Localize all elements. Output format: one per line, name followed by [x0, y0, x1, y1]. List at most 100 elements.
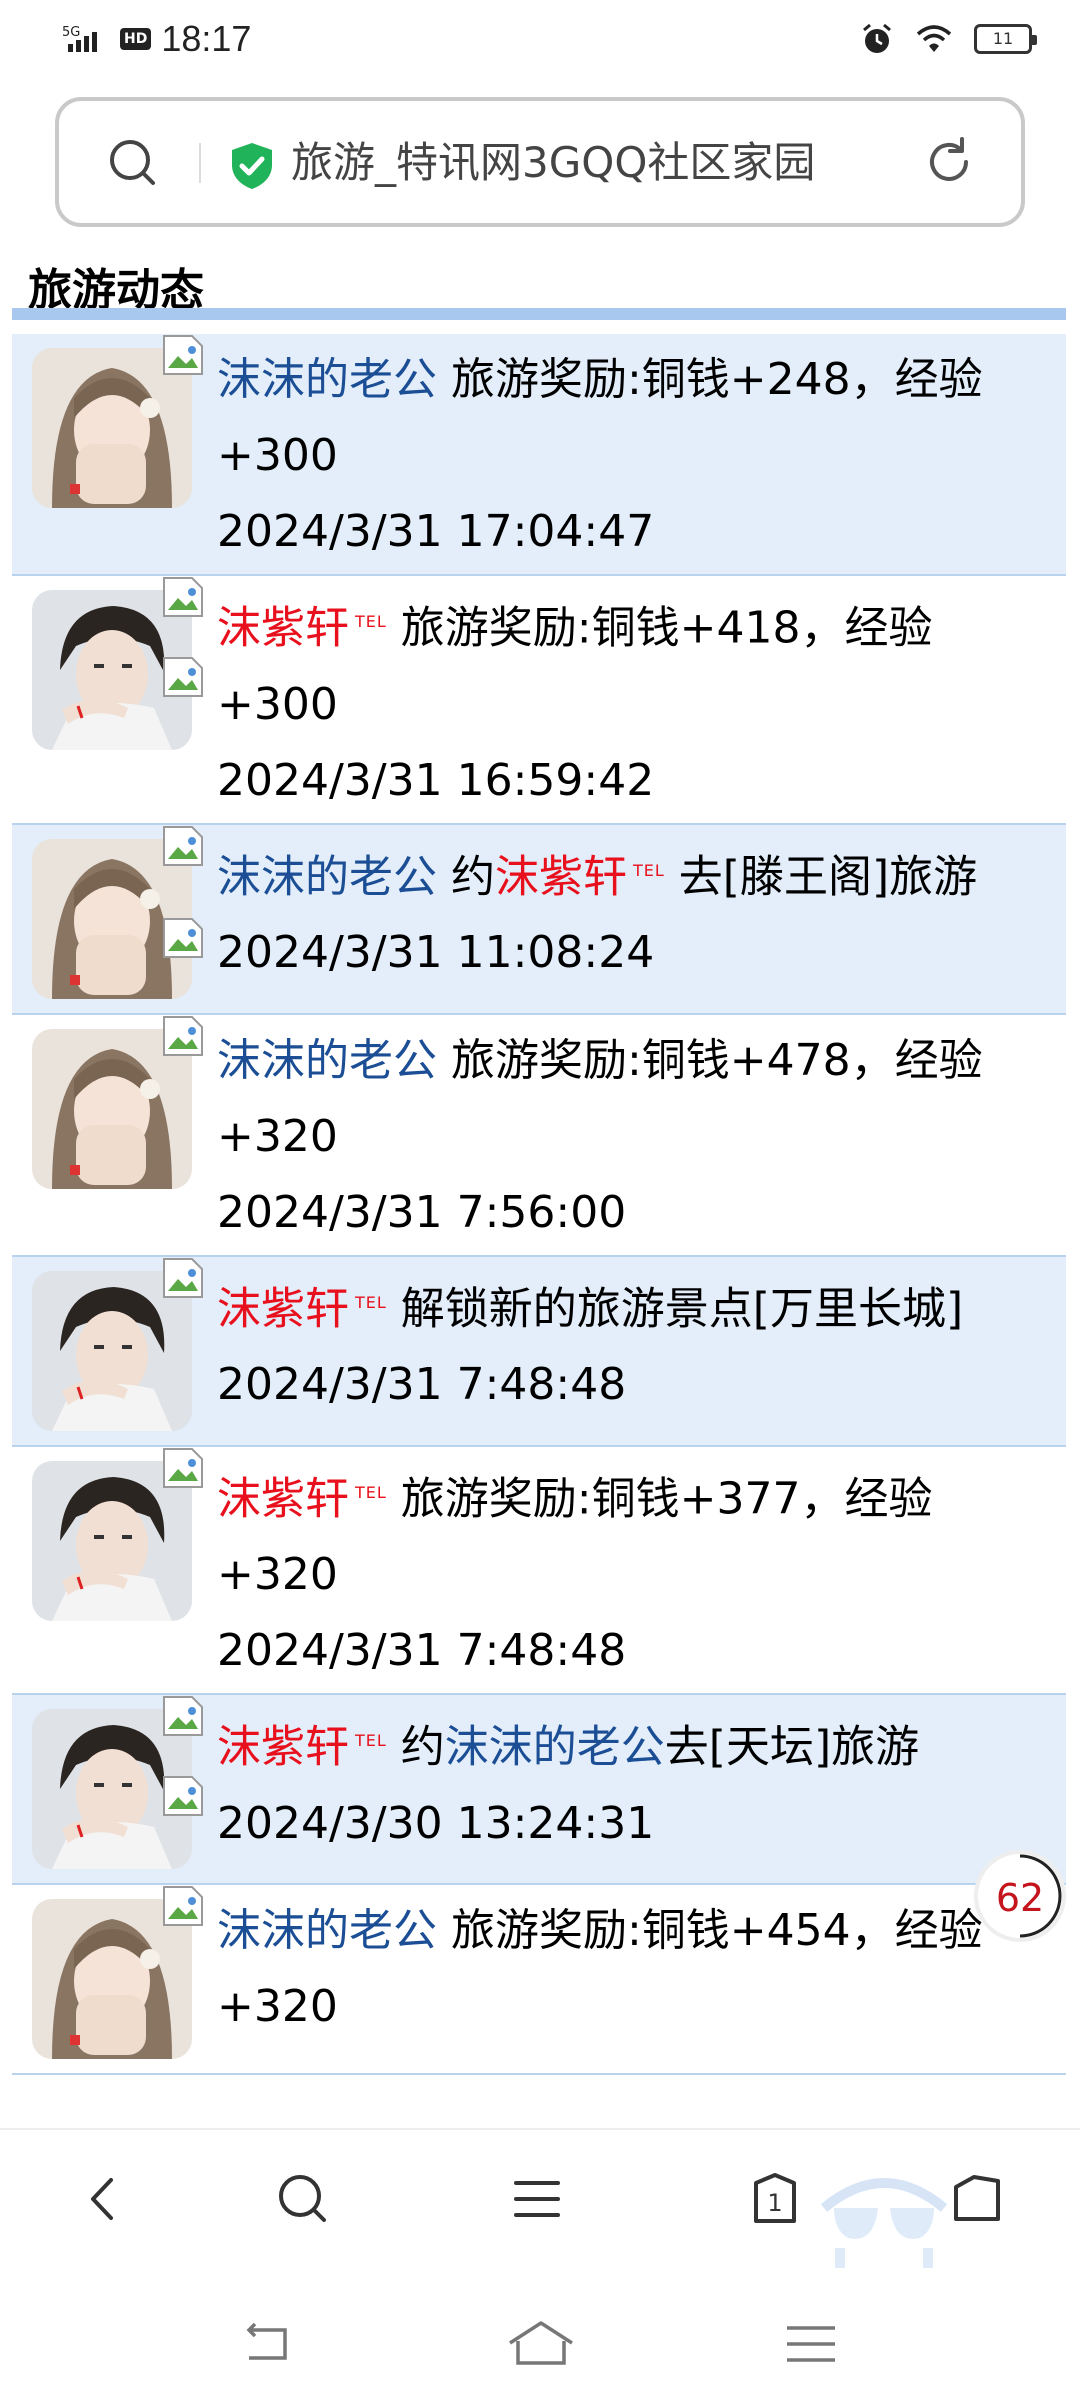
feed-text: 约: [437, 851, 495, 903]
timestamp: 2024/3/31 16:59:42: [217, 754, 655, 806]
menu-icon: [514, 2181, 560, 2217]
system-menu-button[interactable]: [776, 2314, 846, 2374]
page-title[interactable]: 旅游_特讯网3GQQ社区家园: [291, 131, 815, 195]
user-name-link[interactable]: 沫沫的老公: [217, 851, 437, 902]
broken-image-icon: [162, 656, 204, 698]
feed-item: 沫沫的老公 约沫紫轩 TEL 去[滕王阁]旅游 2024/3/31 11:08:24: [12, 824, 1066, 1015]
feed-item: 沫紫轩 TEL 解锁新的旅游景点[万里长城] 2024/3/31 7:48:48: [12, 1256, 1066, 1447]
menu-button[interactable]: [502, 2164, 572, 2234]
user-name-link[interactable]: 沫沫的老公: [217, 1905, 437, 1956]
feed-text: 解锁新的旅游景点[万里长城]: [400, 1283, 964, 1335]
feed-item: 沫沫的老公 旅游奖励:铜钱+248，经验+300 2024/3/31 17:04:…: [12, 334, 1066, 576]
system-back-icon: [246, 2322, 287, 2360]
tabs-icon: 1: [754, 2173, 796, 2223]
feed-item-message: 沫紫轩 TEL 约沫沫的老公去[天坛]旅游: [217, 1703, 1038, 1786]
broken-image-icon: [162, 1885, 204, 1927]
search-icon: [279, 2175, 326, 2222]
status-right: 11: [860, 22, 1037, 56]
search-button[interactable]: [268, 2164, 338, 2234]
feed-item-body: 沫紫轩 TEL 旅游奖励:铜钱+377，经验+320 2024/3/31 7:48:4…: [217, 1447, 1066, 1694]
feed-item: 沫沫的老公 旅游奖励:铜钱+478，经验+320 2024/3/31 7:56:0…: [12, 1015, 1066, 1257]
system-menu-icon: [787, 2326, 835, 2362]
tabs-button[interactable]: 1: [740, 2164, 810, 2234]
hd-badge: HD: [120, 28, 152, 50]
wifi-icon: [916, 25, 952, 52]
feed-item-message: 沫紫轩 TEL 解锁新的旅游景点[万里长城]: [217, 1265, 1038, 1348]
timestamp: 2024/3/31 17:04:47: [217, 506, 655, 557]
user-name-link[interactable]: 沫紫轩: [217, 1473, 349, 1524]
feed-text: 去[滕王阁]旅游: [678, 851, 978, 903]
user-name-link[interactable]: 沫紫轩: [495, 851, 627, 902]
timestamp: 2024/3/31 11:08:24: [217, 927, 655, 979]
home-button[interactable]: [942, 2164, 1012, 2234]
broken-image-icon: [162, 576, 204, 618]
back-button[interactable]: [68, 2164, 138, 2234]
timestamp: 2024/3/31 7:48:48: [217, 1625, 627, 1677]
feed-item: 沫紫轩 TEL 旅游奖励:铜钱+377，经验+320 2024/3/31 7:48:4…: [12, 1447, 1066, 1696]
tel-badge: TEL: [355, 1482, 387, 1502]
status-left: 5G HD 18:17: [62, 18, 251, 60]
tel-badge: TEL: [355, 1731, 387, 1751]
timestamp: 2024/3/31 7:48:48: [217, 1359, 627, 1411]
network-label: 5G: [62, 25, 80, 40]
mascot-icon: [820, 2178, 948, 2276]
feed-item: 沫沫的老公 旅游奖励:铜钱+454，经验+320: [12, 1885, 1066, 2076]
broken-image-icon: [162, 1695, 204, 1737]
section-divider: [12, 308, 1066, 320]
broken-image-icon: [162, 334, 204, 376]
feed-item-body: 沫沫的老公 约沫紫轩 TEL 去[滕王阁]旅游 2024/3/31 11:08:24: [217, 825, 1066, 996]
user-name-link[interactable]: 沫沫的老公: [445, 1722, 665, 1773]
feed-item: 沫紫轩 TEL 旅游奖励:铜钱+418，经验+300 2024/3/31 16:59:…: [12, 576, 1066, 825]
feed-item-message: 沫沫的老公 旅游奖励:铜钱+248，经验+300: [217, 342, 1038, 494]
tel-badge: TEL: [355, 1292, 387, 1312]
feed-item-body: 沫紫轩 TEL 解锁新的旅游景点[万里长城] 2024/3/31 7:48:48: [217, 1257, 1066, 1428]
feed-item-body: 沫沫的老公 旅游奖励:铜钱+454，经验+320: [217, 1885, 1066, 2049]
user-name-link[interactable]: 沫沫的老公: [217, 1035, 437, 1086]
system-nav-bar: [0, 2268, 1080, 2408]
user-name-link[interactable]: 沫紫轩: [217, 1283, 349, 1334]
search-icon[interactable]: [107, 137, 159, 189]
refresh-icon[interactable]: [922, 135, 976, 189]
status-time: 18:17: [161, 18, 252, 59]
broken-image-icon: [162, 917, 204, 959]
feed-item-body: 沫沫的老公 旅游奖励:铜钱+248，经验+300 2024/3/31 17:04:…: [217, 334, 1066, 574]
floating-counter[interactable]: 62: [974, 1850, 1066, 1942]
back-icon: [91, 2178, 113, 2220]
travel-feed: 沫沫的老公 旅游奖励:铜钱+248，经验+300 2024/3/31 17:04:…: [12, 334, 1066, 2126]
broken-image-icon: [162, 1447, 204, 1489]
feed-text: 约: [400, 1721, 445, 1773]
feed-item-message: 沫紫轩 TEL 旅游奖励:铜钱+377，经验+320: [217, 1455, 1038, 1614]
broken-image-icon: [162, 1257, 204, 1299]
broken-image-icon: [162, 1775, 204, 1817]
battery-indicator: 11: [974, 24, 1037, 54]
feed-item-message: 沫紫轩 TEL 旅游奖励:铜钱+418，经验+300: [217, 584, 1038, 743]
address-bar[interactable]: 旅游_特讯网3GQQ社区家园: [55, 97, 1025, 227]
system-home-icon: [509, 2321, 573, 2365]
feed-item-message: 沫沫的老公 旅游奖励:铜钱+478，经验+320: [217, 1023, 1038, 1175]
feed-item-body: 沫紫轩 TEL 旅游奖励:铜钱+418，经验+300 2024/3/31 16:59:…: [217, 576, 1066, 823]
floating-counter-value: 62: [995, 1876, 1045, 1920]
home-icon: [954, 2175, 1000, 2221]
feed-item-body: 沫紫轩 TEL 约沫沫的老公去[天坛]旅游 2024/3/30 13:24:31: [217, 1695, 1066, 1866]
user-name-link[interactable]: 沫紫轩: [217, 1722, 349, 1773]
shield-check-icon: [232, 143, 272, 189]
system-back-button[interactable]: [234, 2314, 304, 2374]
tab-count: 1: [767, 2189, 782, 2217]
address-separator: [199, 143, 201, 183]
signal-icon: 5G: [62, 25, 97, 52]
tel-badge: TEL: [633, 860, 665, 880]
user-name-link[interactable]: 沫紫轩: [217, 603, 349, 654]
status-bar: 5G HD 18:17 11: [0, 0, 1080, 80]
broken-image-icon: [162, 1015, 204, 1057]
user-name-link[interactable]: 沫沫的老公: [217, 354, 437, 405]
feed-item: 沫紫轩 TEL 约沫沫的老公去[天坛]旅游 2024/3/30 13:24:31: [12, 1695, 1066, 1886]
timestamp: 2024/3/30 13:24:31: [217, 1797, 655, 1849]
timestamp: 2024/3/31 7:56:00: [217, 1186, 627, 1238]
feed-item-message: 沫沫的老公 旅游奖励:铜钱+454，经验+320: [217, 1893, 1038, 2045]
feed-item-body: 沫沫的老公 旅游奖励:铜钱+478，经验+320 2024/3/31 7:56:0…: [217, 1015, 1066, 1255]
feed-text: 去[天坛]旅游: [664, 1721, 920, 1773]
feed-item-message: 沫沫的老公 约沫紫轩 TEL 去[滕王阁]旅游: [217, 833, 1038, 916]
tel-badge: TEL: [355, 612, 387, 631]
system-home-button[interactable]: [506, 2314, 576, 2374]
alarm-icon: [863, 23, 891, 53]
